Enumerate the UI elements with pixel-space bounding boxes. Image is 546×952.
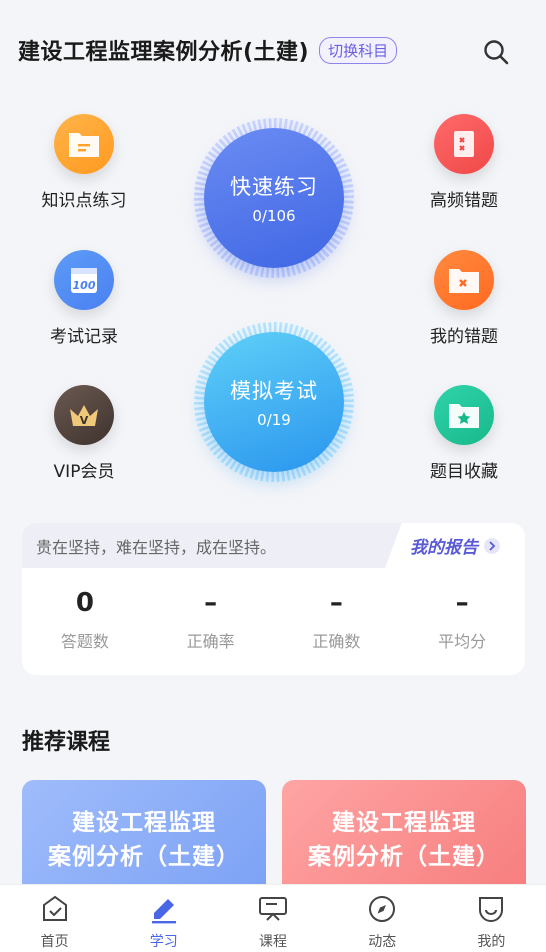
profile-icon <box>475 893 507 925</box>
header: 建设工程监理案例分析(土建) 切换科目 <box>0 0 546 100</box>
report-card: 贵在坚持，难在坚持，成在坚持。 我的报告 0 答题数 – 正确率 – 正确数 –… <box>22 523 525 675</box>
stat-value: – <box>204 588 218 618</box>
error-folder-icon <box>434 250 494 310</box>
knowledge-practice-label: 知识点练习 <box>41 191 127 211</box>
stats-row: 0 答题数 – 正确率 – 正确数 – 平均分 <box>22 568 525 675</box>
mock-exam-progress: 0/19 <box>257 411 291 429</box>
error-sheet-icon <box>434 114 494 174</box>
tab-feed[interactable]: 动态 <box>328 885 437 952</box>
chevron-right-icon <box>484 537 500 554</box>
tab-study[interactable]: 学习 <box>109 885 218 952</box>
my-errors-label: 我的错题 <box>430 327 498 347</box>
exam-record-item[interactable]: 100 考试记录 <box>24 250 144 347</box>
course-card[interactable]: 建设工程监理 案例分析（土建） <box>22 780 266 890</box>
svg-text:V: V <box>80 414 89 427</box>
course-card[interactable]: 建设工程监理 案例分析（土建） <box>282 780 526 890</box>
favorites-label: 题目收藏 <box>430 462 498 482</box>
stat-value: – <box>329 588 343 618</box>
screen-icon <box>257 893 289 925</box>
course-title-line2: 案例分析（土建） <box>308 844 500 870</box>
recommend-title: 推荐课程 <box>22 730 111 755</box>
quick-practice-label: 快速练习 <box>230 175 318 199</box>
my-errors-item[interactable]: 我的错题 <box>404 250 524 347</box>
course-title-line2: 案例分析（土建） <box>48 844 240 870</box>
pen-icon <box>148 893 180 925</box>
course-title-line1: 建设工程监理 <box>72 810 216 836</box>
stat-value: 0 <box>75 588 94 618</box>
course-title-line1: 建设工程监理 <box>332 810 476 836</box>
knowledge-practice-item[interactable]: 知识点练习 <box>24 114 144 211</box>
tab-label: 学习 <box>149 934 178 950</box>
calendar-icon: 100 <box>54 250 114 310</box>
stat-label: 正确数 <box>312 632 361 651</box>
stat-accuracy: – 正确率 <box>148 568 274 675</box>
stat-label: 正确率 <box>186 632 235 651</box>
vip-member-label: VIP会员 <box>53 462 115 482</box>
quick-practice-progress: 0/106 <box>252 207 296 225</box>
frequent-errors-label: 高频错题 <box>430 191 498 211</box>
quick-practice-button[interactable]: 快速练习 0/106 <box>194 118 354 278</box>
motto-bar: 贵在坚持，难在坚持，成在坚持。 我的报告 <box>22 523 525 568</box>
bottom-tab-bar: 首页 学习 课程 动态 我的 <box>0 884 546 952</box>
stat-answered: 0 答题数 <box>22 568 148 675</box>
search-icon[interactable] <box>482 38 510 66</box>
my-report-link[interactable]: 我的报告 <box>385 523 525 568</box>
tab-label: 动态 <box>368 934 397 950</box>
frequent-errors-item[interactable]: 高频错题 <box>404 114 524 211</box>
motto-text: 贵在坚持，难在坚持，成在坚持。 <box>36 537 277 557</box>
switch-subject-button[interactable]: 切换科目 <box>319 36 398 64</box>
svg-text:100: 100 <box>73 279 96 292</box>
stat-label: 平均分 <box>438 632 487 651</box>
tab-label: 首页 <box>40 934 69 950</box>
tab-courses[interactable]: 课程 <box>218 885 327 952</box>
stat-correct: – 正确数 <box>274 568 400 675</box>
favorites-item[interactable]: 题目收藏 <box>404 385 524 482</box>
star-folder-icon <box>434 385 494 445</box>
home-icon <box>39 893 71 925</box>
stat-average: – 平均分 <box>399 568 525 675</box>
mock-exam-label: 模拟考试 <box>230 379 318 403</box>
mock-exam-button[interactable]: 模拟考试 0/19 <box>194 322 354 482</box>
tab-label: 课程 <box>259 934 287 950</box>
tab-home[interactable]: 首页 <box>0 885 109 952</box>
page-title: 建设工程监理案例分析(土建) <box>18 40 310 65</box>
vip-member-item[interactable]: V VIP会员 <box>24 385 144 482</box>
my-report-label: 我的报告 <box>410 538 478 558</box>
tab-mine[interactable]: 我的 <box>437 885 546 952</box>
folder-icon <box>54 114 114 174</box>
crown-icon: V <box>54 385 114 445</box>
compass-icon <box>366 893 398 925</box>
tab-label: 我的 <box>477 934 506 950</box>
exam-record-label: 考试记录 <box>50 327 118 347</box>
stat-label: 答题数 <box>60 632 109 651</box>
stat-value: – <box>455 588 469 618</box>
